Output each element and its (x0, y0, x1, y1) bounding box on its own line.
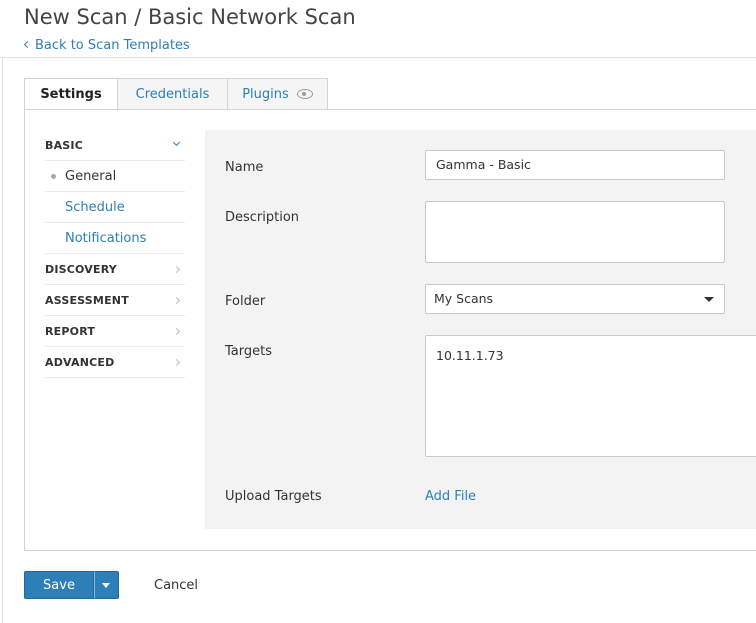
eye-icon (296, 89, 313, 99)
chevron-right-icon (172, 296, 181, 305)
bullet-icon (51, 174, 56, 179)
caret-down-icon (102, 583, 110, 588)
sidebar-item-label: Notifications (65, 230, 147, 246)
back-to-templates-link[interactable]: Back to Scan Templates (23, 38, 190, 53)
sidebar-section-discovery[interactable]: DISCOVERY (45, 254, 185, 285)
tab-credentials-label: Credentials (135, 86, 210, 102)
chevron-right-icon (172, 327, 181, 336)
chevron-down-icon (172, 138, 181, 147)
sidebar-section-label: REPORT (45, 324, 96, 338)
sidebar-item-schedule[interactable]: Schedule (45, 192, 185, 223)
sidebar-section-label: ADVANCED (45, 355, 115, 369)
description-textarea[interactable] (425, 201, 725, 263)
sidebar-section-label: DISCOVERY (45, 262, 117, 276)
name-label: Name (225, 160, 264, 175)
cancel-button[interactable]: Cancel (154, 578, 198, 593)
sidebar-item-general[interactable]: General (45, 161, 185, 192)
header-divider (0, 57, 756, 58)
folder-select-value: My Scans (434, 291, 494, 306)
caret-down-icon (704, 297, 714, 302)
save-button[interactable]: Save (24, 571, 94, 599)
chevron-left-icon (23, 40, 32, 49)
targets-label: Targets (225, 344, 272, 359)
chevron-right-icon (172, 358, 181, 367)
tab-plugins-label: Plugins (242, 86, 289, 102)
general-settings-form (205, 130, 756, 529)
sidebar-section-basic[interactable]: BASIC (45, 130, 185, 161)
sidebar-item-label: General (65, 168, 117, 184)
save-options-dropdown[interactable] (94, 571, 119, 599)
sidebar-section-assessment[interactable]: ASSESSMENT (45, 285, 185, 316)
add-file-link[interactable]: Add File (425, 489, 476, 504)
tab-plugins[interactable]: Plugins (228, 78, 328, 110)
sidebar-section-report[interactable]: REPORT (45, 316, 185, 347)
sidebar-section-advanced[interactable]: ADVANCED (45, 347, 185, 378)
tab-bar: Settings Credentials Plugins (24, 78, 328, 110)
folder-label: Folder (225, 294, 266, 309)
description-label: Description (225, 210, 300, 225)
settings-sidebar: BASIC General Schedule Notifications DIS… (45, 130, 185, 378)
name-input[interactable]: Gamma - Basic (425, 150, 725, 180)
folder-select[interactable]: My Scans (425, 284, 725, 314)
targets-textarea[interactable]: 10.11.1.73 (425, 335, 756, 457)
sidebar-item-label: Schedule (65, 199, 125, 215)
tab-credentials[interactable]: Credentials (118, 78, 228, 110)
save-button-group: Save (24, 571, 119, 599)
page-title: New Scan / Basic Network Scan (24, 5, 356, 29)
scan-editor-page: New Scan / Basic Network Scan Back to Sc… (0, 0, 756, 623)
sidebar-section-label: ASSESSMENT (45, 293, 129, 307)
sidebar-item-notifications[interactable]: Notifications (45, 223, 185, 254)
chevron-right-icon (172, 265, 181, 274)
sidebar-section-label: BASIC (45, 138, 83, 152)
tab-settings-label: Settings (40, 86, 102, 102)
tab-settings[interactable]: Settings (24, 78, 118, 110)
upload-targets-label: Upload Targets (225, 489, 322, 504)
back-link-label: Back to Scan Templates (35, 38, 190, 53)
left-border (2, 58, 3, 623)
